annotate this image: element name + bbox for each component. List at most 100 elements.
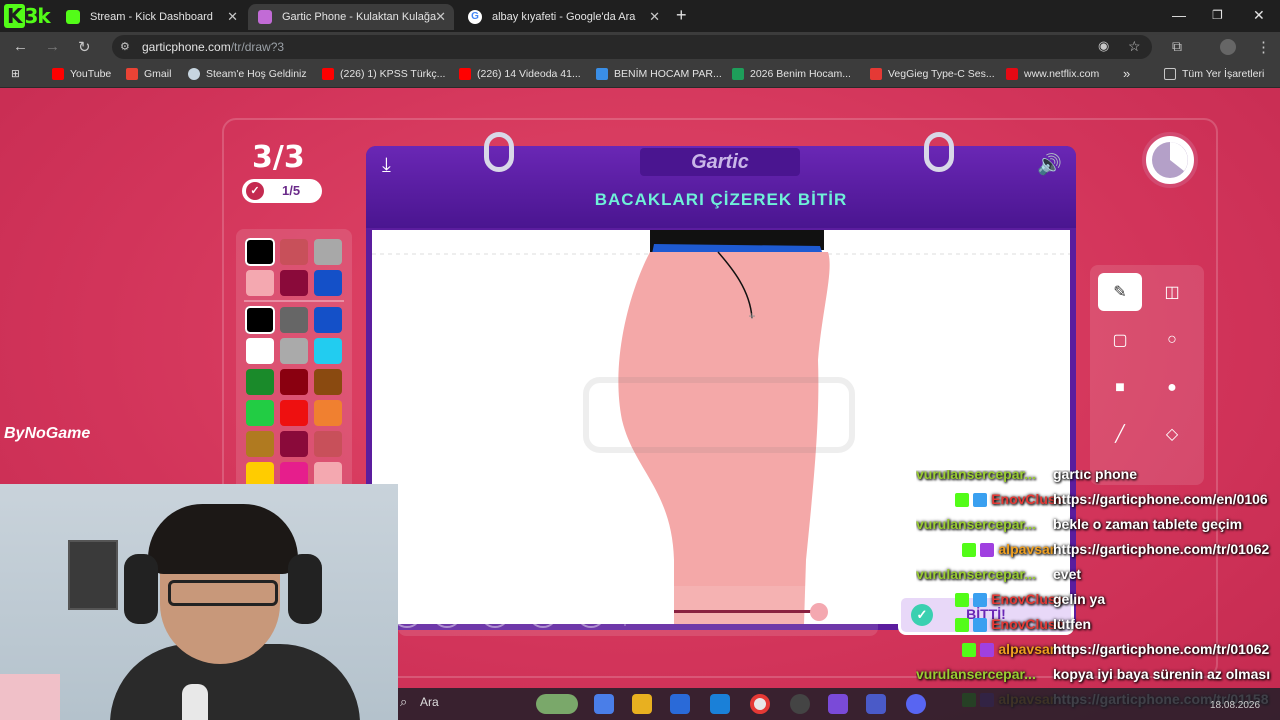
brush-size-option[interactable] [480,598,510,628]
bookmark-youtube[interactable]: YouTube [52,68,111,80]
chat-message-text: bekle o zaman tablete geçim [1053,516,1243,532]
extensions-icon[interactable]: ⧉ [1172,38,1182,55]
bookmark-benim-hocam[interactable]: BENİM HOCAM PAR... [596,68,722,80]
opacity-slider-handle[interactable] [810,603,828,621]
minimize-icon[interactable]: — [1172,7,1186,23]
tab-gartic-phone[interactable]: Gartic Phone - Kulaktan Kulağa ✕ [248,4,454,30]
kick-favicon-icon [66,10,80,24]
line-tool-icon[interactable]: ╱ [1098,415,1142,453]
gmail-icon [126,68,138,80]
color-swatch[interactable] [314,369,342,395]
eye-off-icon[interactable]: ◉ [1098,38,1109,54]
chat-badge-icon [955,493,970,508]
chrome-icon[interactable] [750,694,770,714]
color-swatch[interactable] [314,431,342,457]
site-info-icon[interactable]: ⚙ [120,35,130,59]
chat-username: vurulansercepar... [916,666,1036,682]
discord-icon[interactable] [906,694,926,714]
app-icon[interactable] [790,694,810,714]
copilot-icon[interactable] [594,694,614,714]
address-bar-row: ← → ↻ ⚙ garticphone.com/tr/draw?3 ◉ ☆ ⧉ … [0,32,1280,62]
color-swatch[interactable] [314,239,342,265]
ellipse-outline-tool-icon[interactable]: ○ [1150,321,1194,359]
speaker-icon[interactable]: 🔊 [1037,152,1062,177]
tab-google-search[interactable]: G albay kıyafeti - Google'da Ara ✕ [458,4,668,30]
opacity-high-icon [842,602,862,622]
menu-kebab-icon[interactable]: ⋮ [1256,38,1271,56]
color-swatch[interactable] [280,400,308,426]
chat-message-text: https://garticphone.com/tr/01062 [1053,541,1270,557]
color-swatch[interactable] [314,270,342,296]
widget-icon[interactable] [536,694,578,714]
color-swatch[interactable] [314,338,342,364]
outlook-icon[interactable] [710,694,730,714]
new-tab-plus-icon[interactable]: + [676,5,687,26]
close-window-icon[interactable]: ✕ [1253,7,1265,24]
close-tab-icon[interactable]: ✕ [435,9,446,25]
players-done-badge: ✓ 1/5 [242,179,322,203]
rectangle-outline-tool-icon[interactable]: ▢ [1098,321,1142,359]
color-swatch[interactable] [246,369,274,395]
color-swatch[interactable] [314,307,342,333]
teams-icon[interactable] [866,694,886,714]
youtube-icon [52,68,64,80]
bookmark-2026-benim-hocam[interactable]: 2026 Benim Hocam... [732,68,851,80]
bookmark-gmail[interactable]: Gmail [126,68,171,80]
bookmark-kpss[interactable]: (226) 1) KPSS Türkç... [322,68,445,80]
eraser-tool-icon[interactable]: ◫ [1150,273,1194,311]
close-tab-icon[interactable]: ✕ [649,9,660,25]
restore-icon[interactable]: ❐ [1212,8,1223,22]
star-icon[interactable]: ☆ [1128,38,1141,55]
color-swatch[interactable] [246,400,274,426]
youtube-icon [322,68,334,80]
color-swatch[interactable] [246,338,274,364]
chat-message: EnovCluse gelin ya [916,591,1105,613]
opacity-slider[interactable] [674,610,820,613]
brush-size-option[interactable] [432,598,462,628]
chat-username: vurulansercepar... [916,516,1036,532]
chat-username: EnovCluse [916,491,1064,508]
brush-size-option[interactable] [576,598,606,628]
bookmark-netflix[interactable]: www.netflix.com [1006,68,1099,80]
color-swatch[interactable] [314,400,342,426]
color-swatch[interactable] [280,270,308,296]
profile-avatar-icon[interactable] [1220,39,1236,55]
color-swatch[interactable] [245,238,275,266]
close-tab-icon[interactable]: ✕ [227,9,238,25]
bookmark-veggieg[interactable]: VegGieg Type-C Ses... [870,68,995,80]
chat-username: vurulansercepar... [916,470,1036,482]
bookmarks-overflow-icon[interactable]: » [1123,66,1130,81]
rectangle-fill-tool-icon[interactable]: ■ [1098,369,1142,407]
taskbar-search[interactable]: Ara [420,695,439,709]
wall-poster [68,540,118,610]
chat-badge-icon [962,643,977,658]
color-swatch[interactable] [246,431,274,457]
all-bookmarks[interactable]: Tüm Yer İşaretleri [1164,68,1264,80]
color-swatch[interactable] [280,239,308,265]
color-swatch[interactable] [280,338,308,364]
search-icon[interactable]: ⌕ [400,694,407,710]
url-field[interactable]: ⚙ garticphone.com/tr/draw?3 [112,35,1152,59]
ellipse-fill-tool-icon[interactable]: ● [1150,369,1194,407]
tab-kick-dashboard[interactable]: Stream - Kick Dashboard ✕ [56,4,246,30]
forward-arrow-icon[interactable]: → [45,38,60,55]
color-swatch[interactable] [246,270,274,296]
apps-grid-icon[interactable]: ⊞ [11,68,20,80]
chat-badge-icon [980,543,995,558]
color-swatch[interactable] [280,431,308,457]
back-arrow-icon[interactable]: ← [13,38,28,55]
reload-icon[interactable]: ↻ [78,38,91,56]
brush-size-option[interactable] [528,598,558,628]
color-swatch[interactable] [280,307,308,333]
store-icon[interactable] [670,694,690,714]
layer-tool-icon[interactable]: ◇ [1150,415,1194,453]
streamer-person [110,494,360,720]
file-explorer-icon[interactable] [632,694,652,714]
media-icon[interactable] [828,694,848,714]
color-swatch[interactable] [245,306,275,334]
bookmark-14-videoda[interactable]: (226) 14 Videoda 41... [459,68,581,80]
color-swatch[interactable] [280,369,308,395]
pencil-tool-icon[interactable]: ✎ [1098,273,1142,311]
bookmark-steam[interactable]: Steam'e Hoş Geldiniz [188,68,307,80]
download-icon[interactable]: ⤓ [382,154,391,177]
